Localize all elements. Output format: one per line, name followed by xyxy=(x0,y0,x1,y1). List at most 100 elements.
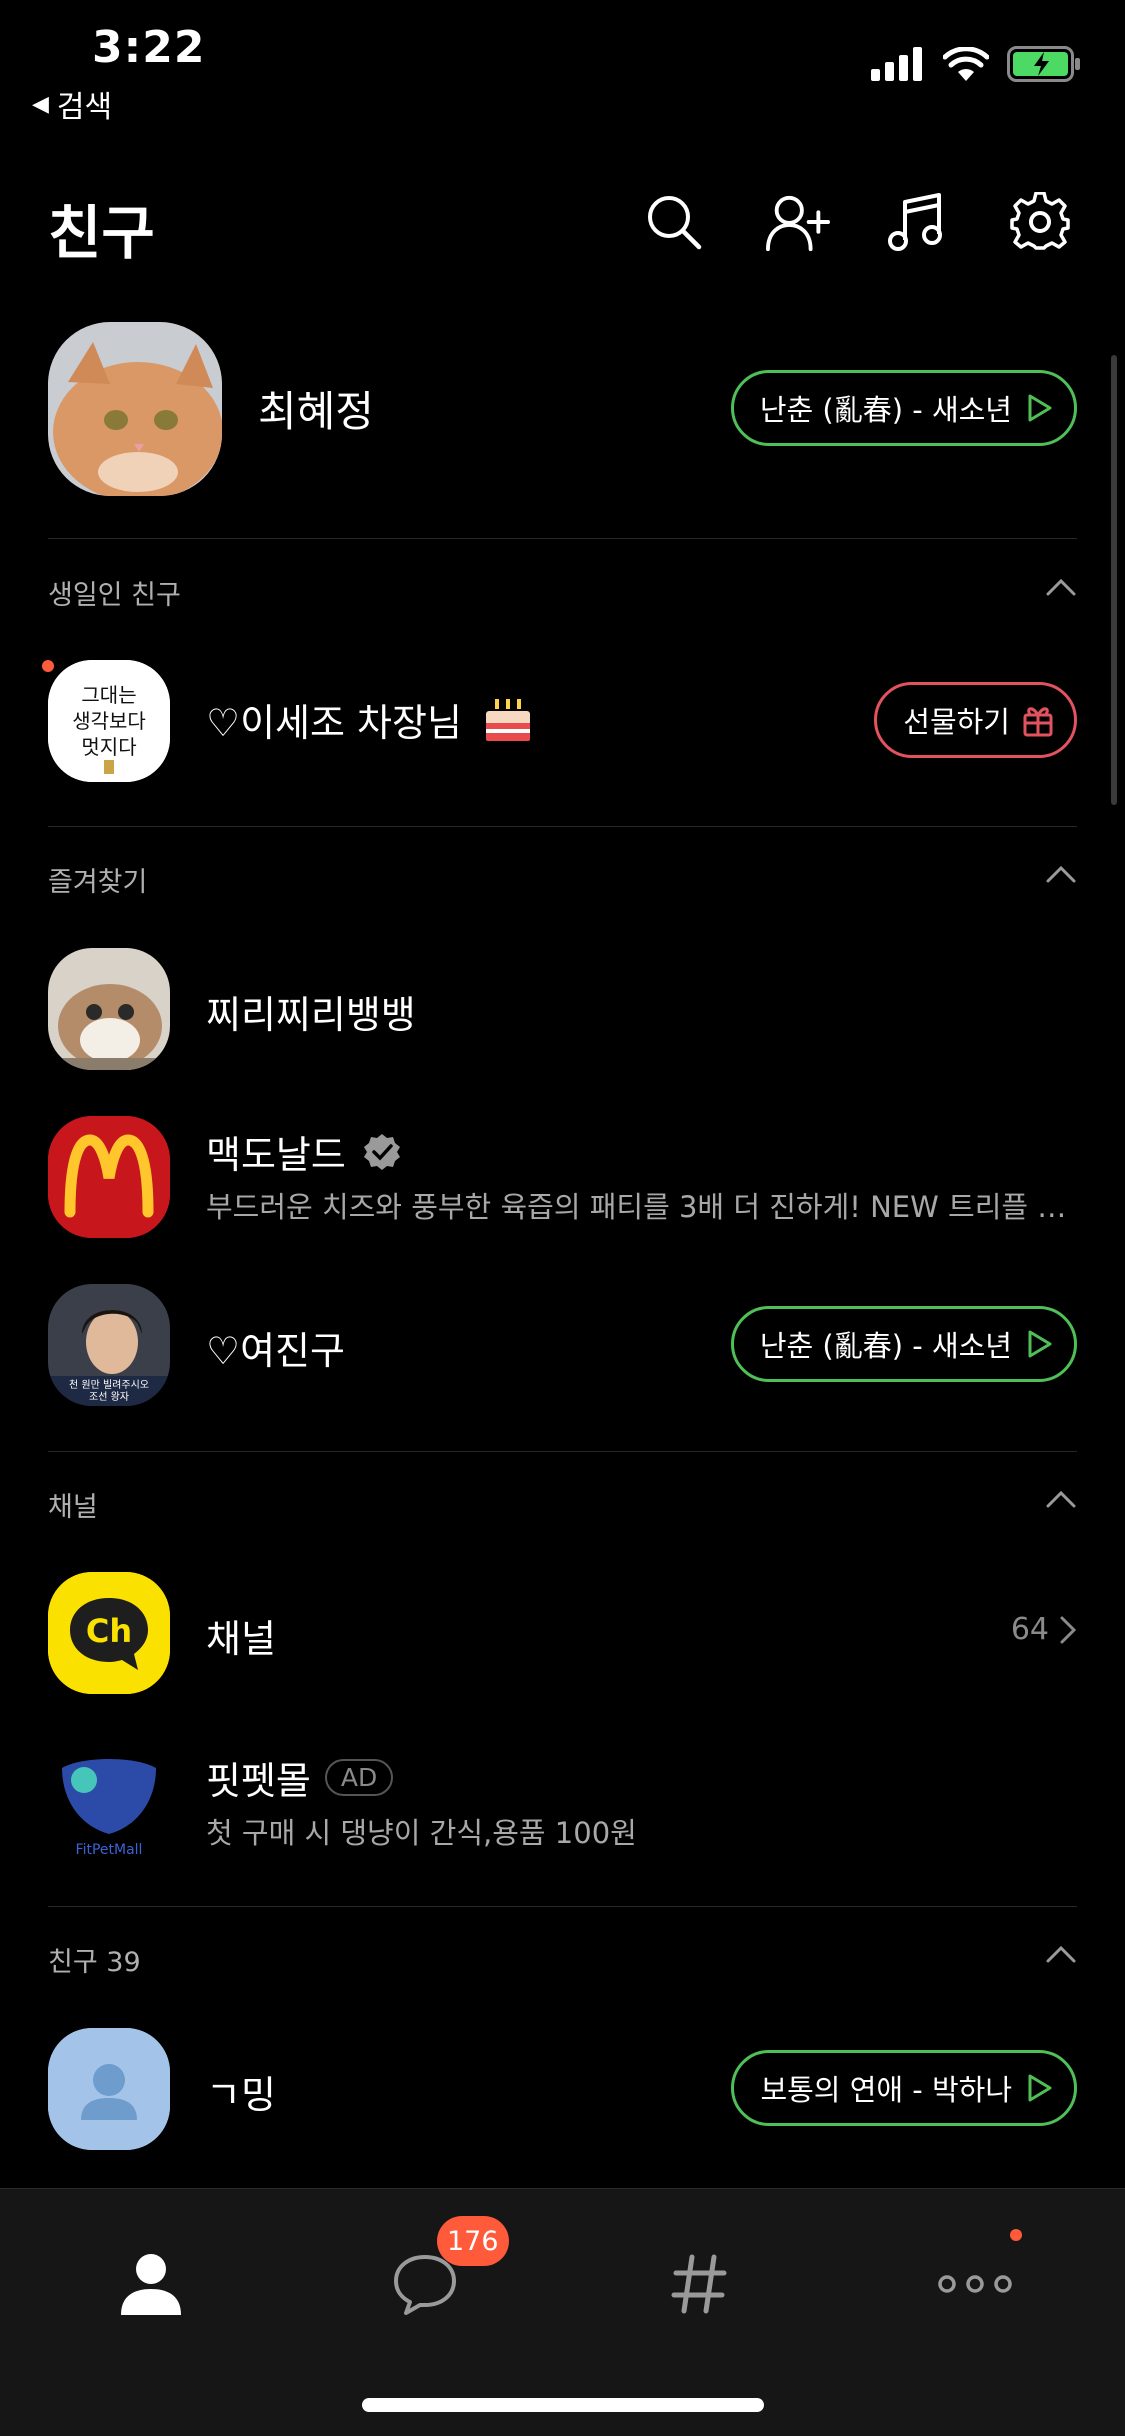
cat-photo-icon xyxy=(48,322,222,496)
status-bar: 3:22 ◀ 검색 xyxy=(0,0,1125,125)
play-icon xyxy=(1028,2074,1052,2102)
friend-music-title: 보통의 연애 - 박하나 xyxy=(760,2073,1012,2107)
birthday-friend-name-wrap: ♡이세조 차장님 xyxy=(206,692,534,747)
add-friend-button[interactable] xyxy=(766,190,830,254)
more-new-dot xyxy=(1010,2229,1022,2241)
my-profile-row[interactable]: 최혜정 난춘 (亂春) - 새소년 xyxy=(0,318,1125,498)
section-channels-header[interactable]: 채널 xyxy=(48,1477,1077,1527)
gift-icon xyxy=(1023,707,1053,737)
new-dot xyxy=(42,660,54,672)
search-button[interactable] xyxy=(642,190,706,254)
more-dots-icon xyxy=(938,2275,1012,2293)
ad-status-message: 첫 구매 시 댕냥이 간식,용품 100원 xyxy=(206,1816,637,1850)
favorite-avatar[interactable] xyxy=(48,1116,170,1238)
add-friend-icon xyxy=(766,195,830,252)
kitten-photo-icon xyxy=(48,948,170,1070)
svg-text:생각보다: 생각보다 xyxy=(72,709,146,733)
favorite-name: 찌리찌리뱅뱅 xyxy=(206,993,416,1037)
home-indicator[interactable] xyxy=(362,2398,764,2412)
friends-header: 친구 xyxy=(0,170,1125,280)
chevron-up-icon[interactable] xyxy=(1045,1942,1077,1966)
birthday-friend-row[interactable]: 그대는 생각보다 멋지다 ♡이세조 차장님 선물하기 xyxy=(0,650,1125,790)
channel-row[interactable]: Ch 채널 64 xyxy=(0,1562,1125,1702)
chevron-up-icon[interactable] xyxy=(1045,575,1077,599)
status-icons xyxy=(871,46,1081,82)
ad-channel-avatar[interactable]: FitPetMall xyxy=(48,1740,170,1862)
gear-icon xyxy=(1010,192,1070,250)
mcdonalds-logo-icon xyxy=(48,1116,170,1238)
channel-count-link[interactable]: 64 xyxy=(1011,1612,1077,1647)
birthday-friend-name: ♡이세조 차장님 xyxy=(206,701,462,745)
friend-music-pill[interactable]: 보통의 연애 - 박하나 xyxy=(731,2050,1077,2126)
section-friends-header[interactable]: 친구 39 xyxy=(48,1932,1077,1982)
favorite-status-message: 부드러운 치즈와 풍부한 육즙의 패티를 3배 더 진하게! NEW 트리플 치… xyxy=(206,1190,1076,1224)
person-filled-icon xyxy=(121,2254,181,2315)
favorite-row[interactable]: 천 원만 빌려주시오 조선 왕자 ♡여진구 난춘 (亂春) - 새소년 xyxy=(0,1274,1125,1414)
favorite-avatar[interactable] xyxy=(48,948,170,1070)
play-icon xyxy=(1028,1330,1052,1358)
play-icon xyxy=(1028,394,1052,422)
divider xyxy=(48,826,1077,827)
send-gift-button[interactable]: 선물하기 xyxy=(874,682,1077,758)
kakao-channel-logo-icon: Ch xyxy=(48,1572,170,1694)
birthday-friend-avatar[interactable]: 그대는 생각보다 멋지다 xyxy=(48,660,170,782)
hashtag-icon xyxy=(671,2254,727,2314)
tab-friends[interactable] xyxy=(96,2229,206,2339)
tab-more[interactable] xyxy=(920,2229,1030,2339)
section-friends-title: 친구 39 xyxy=(48,1947,141,1978)
back-triangle-icon: ◀ xyxy=(32,91,49,117)
back-to-search-link[interactable]: ◀ 검색 xyxy=(32,82,112,126)
scrollbar[interactable] xyxy=(1111,355,1117,805)
handwriting-avatar-icon: 그대는 생각보다 멋지다 xyxy=(48,660,170,782)
chevron-up-icon[interactable] xyxy=(1045,862,1077,886)
profile-music-pill[interactable]: 난춘 (亂春) - 새소년 xyxy=(730,370,1077,446)
gift-label: 선물하기 xyxy=(903,705,1010,739)
ad-channel-row[interactable]: FitPetMall 핏펫몰 AD 첫 구매 시 댕냥이 간식,용품 100원 xyxy=(0,1730,1125,1870)
friend-default-avatar[interactable] xyxy=(48,2028,170,2150)
profile-music-title: 난춘 (亂春) - 새소년 xyxy=(759,393,1012,427)
cellular-signal-icon xyxy=(871,47,922,81)
chevron-up-icon[interactable] xyxy=(1045,1487,1077,1511)
my-profile-name: 최혜정 xyxy=(258,387,374,436)
friend-row[interactable]: ㄱ밍 보통의 연애 - 박하나 xyxy=(0,2018,1125,2158)
verified-badge-icon xyxy=(363,1133,400,1170)
divider xyxy=(48,1451,1077,1452)
channel-logo-text: Ch xyxy=(86,1612,132,1650)
page-title: 친구 xyxy=(48,199,155,267)
section-favorites-title: 즐겨찾기 xyxy=(48,867,148,898)
chevron-right-icon xyxy=(1060,1616,1077,1643)
avatar-caption-line1: 천 원만 빌려주시오 xyxy=(69,1379,149,1391)
divider xyxy=(48,538,1077,539)
favorite-row[interactable]: 찌리찌리뱅뱅 xyxy=(0,938,1125,1078)
battery-charging-icon xyxy=(1007,46,1080,82)
chat-unread-badge: 176 xyxy=(437,2216,509,2266)
search-icon xyxy=(648,196,702,250)
favorite-row[interactable]: 맥도날드 부드러운 치즈와 풍부한 육즙의 패티를 3배 더 진하게! NEW … xyxy=(0,1106,1125,1246)
channel-name: 채널 xyxy=(206,1617,276,1661)
default-person-icon xyxy=(48,2028,170,2150)
favorite-music-pill[interactable]: 난춘 (亂春) - 새소년 xyxy=(730,1306,1077,1382)
divider xyxy=(48,1906,1077,1907)
settings-button[interactable] xyxy=(1008,190,1072,254)
section-birthday-title: 생일인 친구 xyxy=(48,580,181,611)
status-time: 3:22 xyxy=(92,22,206,73)
favorite-music-title: 난춘 (亂春) - 새소년 xyxy=(759,1329,1012,1363)
ad-badge: AD xyxy=(324,1759,394,1796)
section-birthday-header[interactable]: 생일인 친구 xyxy=(48,565,1077,615)
music-button[interactable] xyxy=(884,190,948,254)
section-favorites-header[interactable]: 즐겨찾기 xyxy=(48,852,1077,902)
svg-text:그대는: 그대는 xyxy=(81,683,136,707)
favorite-avatar[interactable]: 천 원만 빌려주시오 조선 왕자 xyxy=(48,1284,170,1406)
person-photo-icon: 천 원만 빌려주시오 조선 왕자 xyxy=(48,1284,170,1406)
svg-text:멋지다: 멋지다 xyxy=(81,735,136,759)
fitpetmall-logo-icon: FitPetMall xyxy=(48,1740,170,1862)
ad-channel-name: 핏펫몰 xyxy=(206,1759,311,1803)
my-profile-avatar[interactable] xyxy=(48,322,222,496)
favorite-name: 맥도날드 xyxy=(206,1133,346,1177)
channel-avatar[interactable]: Ch xyxy=(48,1572,170,1694)
birthday-cake-icon xyxy=(485,698,530,741)
music-note-icon xyxy=(888,193,942,251)
wifi-icon xyxy=(943,47,989,81)
ad-name-wrap: 핏펫몰 AD xyxy=(206,1750,394,1805)
tab-view[interactable] xyxy=(644,2229,754,2339)
